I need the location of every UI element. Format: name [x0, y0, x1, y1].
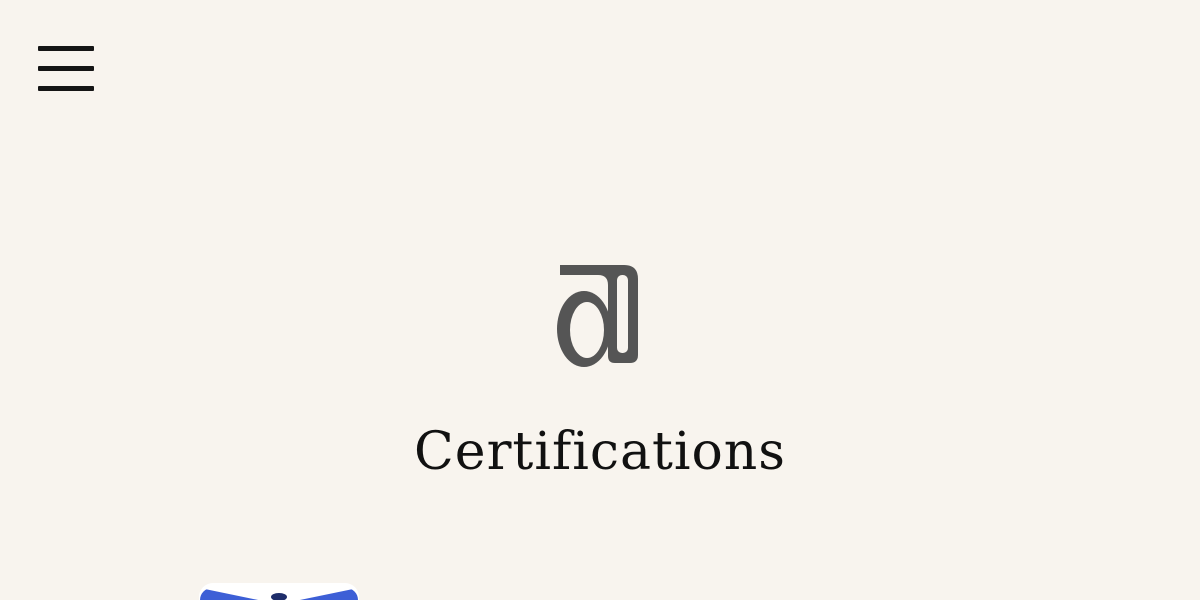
badge-center-shadow — [271, 593, 287, 600]
menu-line-top — [38, 46, 94, 51]
menu-line-bottom — [38, 86, 94, 91]
hero-section: Certifications — [0, 255, 1200, 495]
menu-button[interactable] — [38, 46, 94, 92]
page-title: Certifications — [414, 422, 786, 482]
certification-badge-preview[interactable] — [199, 583, 359, 600]
menu-line-middle — [38, 66, 94, 71]
at-sign-logo-icon — [557, 265, 638, 367]
